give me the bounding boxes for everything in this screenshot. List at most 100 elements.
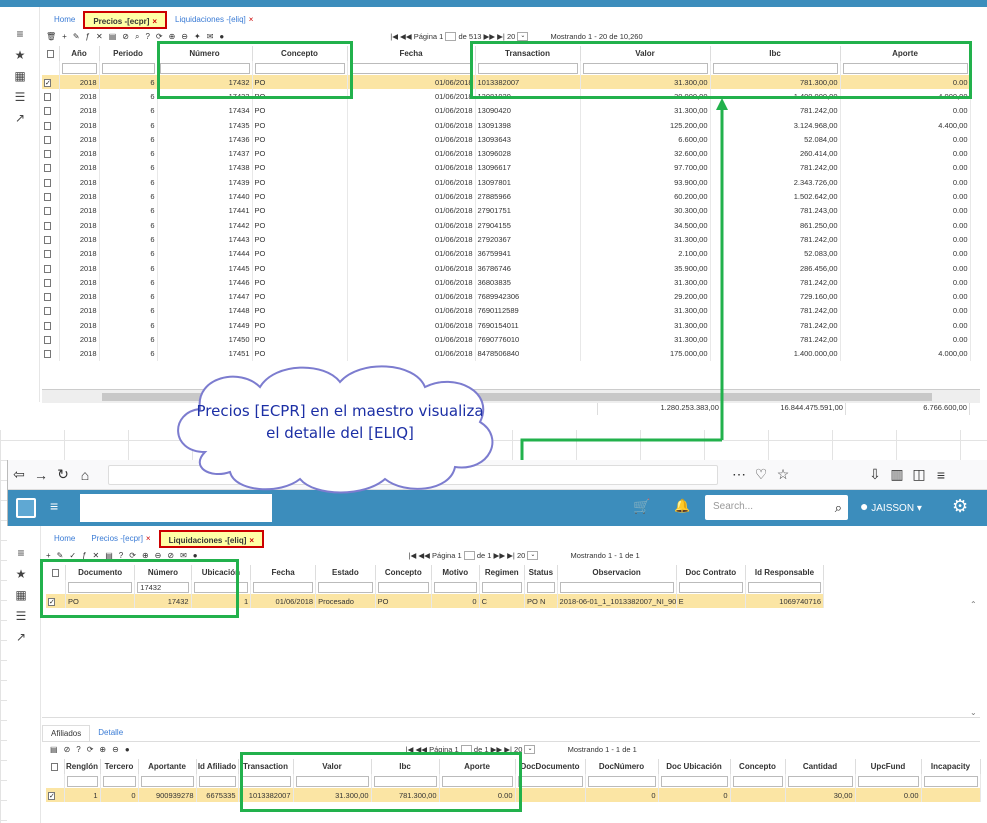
block-icon[interactable]: ⊘ <box>122 32 129 41</box>
row-select[interactable] <box>42 289 60 304</box>
filter-input[interactable] <box>660 775 728 787</box>
filter-input[interactable] <box>517 775 583 787</box>
chevron-down-icon[interactable]: ⌄ <box>527 551 539 561</box>
close-icon[interactable]: × <box>146 534 151 543</box>
table-row[interactable]: 2018 6 17441 PO 01/06/2018 27901751 30.300,00 7… <box>42 203 971 218</box>
table-row[interactable]: 2018 6 17443 PO 01/06/2018 27920367 31.300,00 7… <box>42 232 971 247</box>
table-row[interactable]: 2018 6 17437 PO 01/06/2018 13096028 32.600,00 2… <box>42 146 971 161</box>
table-row[interactable]: 2018 6 17438 PO 01/06/2018 13096617 97.700,00 7… <box>42 160 971 176</box>
tab-home[interactable]: Home <box>46 530 83 548</box>
filter-input[interactable] <box>527 581 555 593</box>
filter-input[interactable] <box>101 62 155 74</box>
filter-input[interactable] <box>923 775 978 787</box>
column-header[interactable]: Año <box>59 46 100 61</box>
table-row[interactable]: 2018 6 17434 PO 01/06/2018 13090420 31.300,00 7… <box>42 103 971 118</box>
row-checkbox[interactable] <box>44 264 51 273</box>
app-logo[interactable] <box>16 498 36 518</box>
tab-liquidaciones[interactable]: Liquidaciones -[eliq] × <box>158 530 265 548</box>
row-checkbox[interactable] <box>44 107 51 116</box>
filter-input[interactable] <box>587 775 656 787</box>
row-select[interactable] <box>42 318 60 333</box>
filter-input[interactable] <box>678 581 743 593</box>
search-input[interactable]: Search... ⌕ <box>705 495 848 520</box>
column-header[interactable]: Concepto <box>730 759 786 774</box>
column-header[interactable]: Id Afiliado <box>196 759 239 774</box>
page-input[interactable] <box>463 551 475 561</box>
column-header[interactable]: Motivo <box>431 565 480 580</box>
column-header[interactable]: Renglón <box>64 759 101 774</box>
bell-icon[interactable]: 🔔 <box>674 498 690 514</box>
menu-icon[interactable]: ≡ <box>13 546 29 560</box>
row-checkbox[interactable] <box>44 250 51 259</box>
column-header[interactable]: UpcFund <box>855 759 922 774</box>
pager-next-icon[interactable]: ▶▶ ▶| <box>494 551 515 560</box>
help-icon[interactable]: ? <box>145 32 149 41</box>
table-row[interactable]: 2018 6 17446 PO 01/06/2018 36803835 31.300,00 7… <box>42 275 971 290</box>
sidebar-toggle-icon[interactable]: ◫ <box>908 466 930 483</box>
column-header[interactable]: Concepto <box>375 565 432 580</box>
column-header[interactable]: Id Responsable <box>745 565 825 580</box>
row-checkbox[interactable] <box>44 278 51 287</box>
close-icon[interactable]: × <box>249 15 254 24</box>
row-checkbox[interactable] <box>44 293 51 302</box>
column-header[interactable]: Doc Contrato <box>676 565 746 580</box>
hamburger-menu-icon[interactable]: ≡ <box>930 467 952 483</box>
scroll-down-icon[interactable]: ⌄ <box>970 708 977 717</box>
row-checkbox[interactable] <box>44 193 51 202</box>
tab-liquidaciones[interactable]: Liquidaciones -[eliq] × <box>167 11 261 29</box>
delete-icon[interactable]: 🗑 <box>46 32 56 41</box>
row-checkbox[interactable] <box>44 207 51 216</box>
row-select[interactable] <box>42 132 60 147</box>
edit-icon[interactable]: ✎ <box>73 32 80 41</box>
pager-first-icon[interactable]: |◀ ◀◀ <box>409 551 430 560</box>
zoom-out-icon[interactable]: ⊖ <box>112 745 119 754</box>
user-menu[interactable]: ● JAISSON ▾ <box>860 498 922 514</box>
row-checkbox[interactable] <box>44 321 51 330</box>
column-header[interactable]: Fecha <box>347 46 476 61</box>
add-circle-icon[interactable]: ● <box>219 32 224 41</box>
row-select[interactable] <box>42 246 60 261</box>
table-row[interactable]: 2018 6 17444 PO 01/06/2018 36759941 2.100,00 52… <box>42 246 971 261</box>
row-select[interactable] <box>42 189 60 204</box>
column-header[interactable] <box>46 759 65 774</box>
filter-input[interactable] <box>66 775 98 787</box>
add-icon[interactable]: + <box>62 32 67 41</box>
column-header[interactable]: Fecha <box>250 565 317 580</box>
chevron-down-icon[interactable]: ⌄ <box>524 745 536 755</box>
column-header[interactable]: Cantidad <box>785 759 856 774</box>
filter-input[interactable] <box>349 62 473 74</box>
row-select[interactable] <box>46 788 65 803</box>
filter-input[interactable] <box>140 775 194 787</box>
pager-first-icon[interactable]: |◀ ◀◀ <box>390 32 411 41</box>
column-header[interactable]: Doc Ubicación <box>658 759 731 774</box>
star-icon[interactable]: ★ <box>12 48 28 62</box>
table-row[interactable]: 2018 6 17436 PO 01/06/2018 13093643 6.600,00 52… <box>42 132 971 147</box>
calendar-icon[interactable]: ▦ <box>13 588 29 602</box>
zoom-in-icon[interactable]: ⊕ <box>169 32 176 41</box>
column-header[interactable]: Observacion <box>557 565 677 580</box>
list-icon[interactable]: ☰ <box>13 609 29 623</box>
row-checkbox[interactable] <box>44 221 51 230</box>
pager-next-icon[interactable]: ▶▶ ▶| <box>484 32 505 41</box>
column-header[interactable]: DocDocumento <box>515 759 586 774</box>
column-header[interactable]: Tercero <box>100 759 139 774</box>
row-select[interactable] <box>42 146 60 161</box>
row-select[interactable] <box>42 175 60 190</box>
help-icon[interactable]: ? <box>76 745 80 754</box>
column-header[interactable]: Aportante <box>138 759 197 774</box>
column-header[interactable]: Periodo <box>99 46 158 61</box>
list-icon[interactable]: ☰ <box>12 90 28 104</box>
filter-input[interactable] <box>433 581 477 593</box>
row-checkbox[interactable] <box>44 235 51 244</box>
tab-precios[interactable]: Precios -[ecpr] × <box>83 530 158 548</box>
column-header[interactable]: Estado <box>315 565 376 580</box>
row-checkbox[interactable] <box>44 350 51 359</box>
mail-icon[interactable]: ✉ <box>207 32 214 41</box>
page-input[interactable] <box>445 32 457 42</box>
row-checkbox[interactable] <box>46 49 54 58</box>
cart-icon[interactable]: 🛒 <box>633 498 650 515</box>
gear-icon[interactable]: ⚙ <box>952 496 968 517</box>
search-icon[interactable]: ⌕ <box>835 500 842 516</box>
filter-input[interactable] <box>198 775 236 787</box>
search-icon[interactable]: ⌕ <box>135 32 139 42</box>
